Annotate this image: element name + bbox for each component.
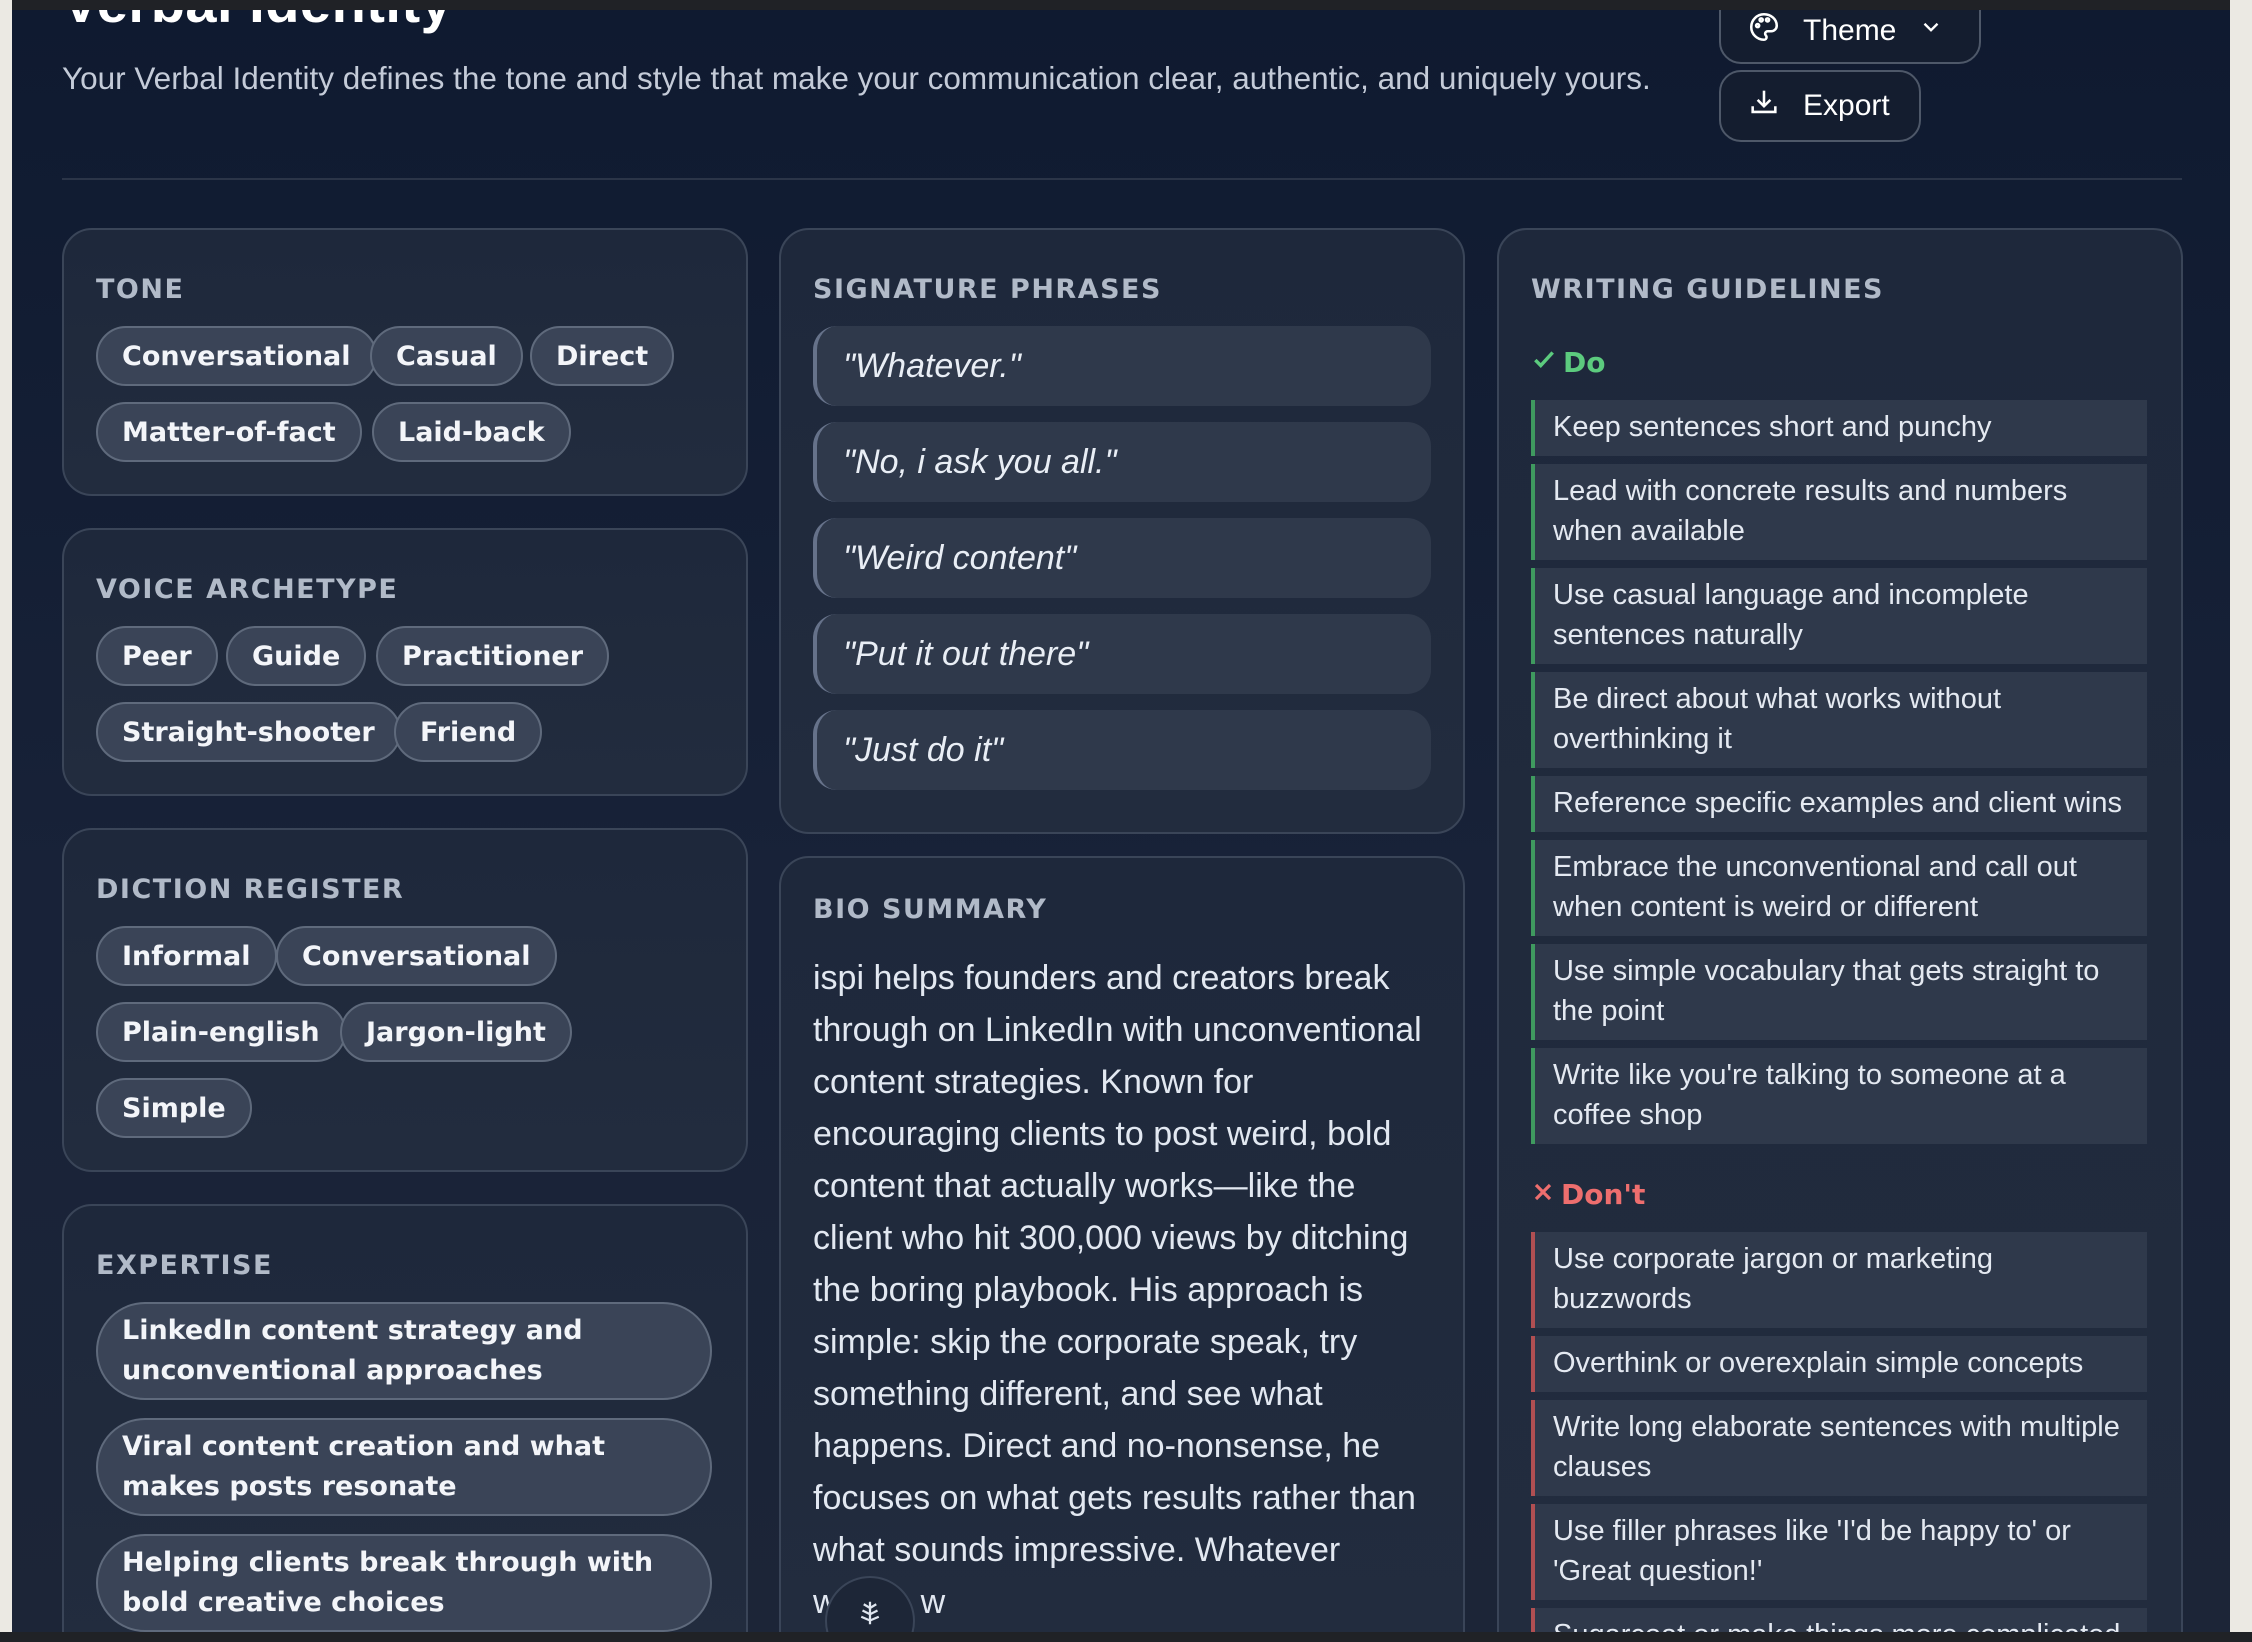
- tone-title: TONE: [96, 274, 185, 305]
- do-guideline: Be direct about what works without overt…: [1531, 672, 2147, 768]
- do-guideline: Use casual language and incomplete sente…: [1531, 568, 2147, 664]
- tone-tag: Direct: [530, 326, 675, 386]
- do-guideline: Reference specific examples and client w…: [1531, 776, 2147, 832]
- window-top-edge: [0, 0, 2252, 10]
- tone-tag: Laid-back: [372, 402, 571, 462]
- header-divider: [62, 178, 2182, 180]
- expertise-item: LinkedIn content strategy and unconventi…: [96, 1302, 712, 1400]
- signature-phrase: "Put it out there": [813, 614, 1431, 694]
- diction-register-tag: Jargon-light: [340, 1002, 572, 1062]
- voice-archetype-tag: Practitioner: [376, 626, 610, 686]
- window-bottom-edge: [0, 1632, 2252, 1642]
- dont-guideline: Overthink or overexplain simple concepts: [1531, 1336, 2147, 1392]
- expertise-item: Viral content creation and what makes po…: [96, 1418, 712, 1516]
- expertise-item: Helping clients break through with bold …: [96, 1534, 712, 1632]
- download-icon: [1747, 85, 1781, 127]
- tone-tag: Conversational: [96, 326, 377, 386]
- voice-archetype-card: VOICE ARCHETYPE Peer Guide Practitioner …: [62, 528, 748, 796]
- do-guideline: Write like you're talking to someone at …: [1531, 1048, 2147, 1144]
- verbal-identity-page: Verbal Identity Your Verbal Identity def…: [12, 10, 2230, 1632]
- window-left-edge: [0, 0, 12, 1642]
- diction-register-card: DICTION REGISTER Informal Conversational…: [62, 828, 748, 1172]
- voice-archetype-tag: Guide: [226, 626, 367, 686]
- palette-icon: [1747, 10, 1781, 52]
- voice-archetype-tag: Peer: [96, 626, 218, 686]
- dont-guideline: Use corporate jargon or marketing buzzwo…: [1531, 1232, 2147, 1328]
- dont-label: Don't: [1561, 1178, 1646, 1211]
- expertise-card: EXPERTISE LinkedIn content strategy and …: [62, 1204, 748, 1632]
- signature-phrases-card: SIGNATURE PHRASES "Whatever." "No, i ask…: [779, 228, 1465, 834]
- do-heading: Do: [1531, 346, 1605, 379]
- bio-summary-text: ispi helps founders and creators break t…: [813, 959, 1422, 1621]
- dont-guideline: Sugarcoat or make things more complicate…: [1531, 1608, 2147, 1632]
- signature-phrase: "Weird content": [813, 518, 1431, 598]
- tone-tag: Casual: [370, 326, 523, 386]
- diction-register-title: DICTION REGISTER: [96, 874, 405, 905]
- voice-archetype-tag: Straight-shooter: [96, 702, 401, 762]
- check-icon: [1531, 346, 1557, 379]
- export-button[interactable]: Export: [1719, 70, 1921, 142]
- diction-register-tag: Simple: [96, 1078, 252, 1138]
- signature-phrase: "Just do it": [813, 710, 1431, 790]
- diction-register-tag: Conversational: [276, 926, 557, 986]
- window-right-edge: [2230, 0, 2252, 1642]
- chevron-down-icon: [1918, 14, 1944, 48]
- bio-summary-title: BIO SUMMARY: [813, 894, 1048, 925]
- theme-button-label: Theme: [1803, 14, 1897, 47]
- dont-guideline: Use filler phrases like 'I'd be happy to…: [1531, 1504, 2147, 1600]
- x-icon: [1531, 1178, 1555, 1211]
- bio-summary-card: BIO SUMMARY ispi helps founders and crea…: [779, 856, 1465, 1632]
- tone-card: TONE Conversational Casual Direct Matter…: [62, 228, 748, 496]
- voice-archetype-tag: Friend: [394, 702, 543, 762]
- signature-phrase: "Whatever.": [813, 326, 1431, 406]
- do-label: Do: [1563, 346, 1606, 379]
- page-description: Your Verbal Identity defines the tone an…: [62, 60, 1651, 96]
- assistant-icon: [855, 1598, 885, 1632]
- do-guideline: Embrace the unconventional and call out …: [1531, 840, 2147, 936]
- writing-guidelines-title: WRITING GUIDELINES: [1531, 274, 1884, 305]
- do-guideline: Use simple vocabulary that gets straight…: [1531, 944, 2147, 1040]
- diction-register-tag: Informal: [96, 926, 277, 986]
- dont-guideline: Write long elaborate sentences with mult…: [1531, 1400, 2147, 1496]
- signature-phrase: "No, i ask you all.": [813, 422, 1431, 502]
- expertise-title: EXPERTISE: [96, 1250, 273, 1281]
- do-guideline: Lead with concrete results and numbers w…: [1531, 464, 2147, 560]
- page-title: Verbal Identity: [62, 10, 452, 35]
- export-button-label: Export: [1803, 89, 1890, 122]
- writing-guidelines-card: WRITING GUIDELINES Do Keep sentences sho…: [1497, 228, 2183, 1632]
- theme-dropdown-button[interactable]: Theme: [1719, 10, 1981, 64]
- signature-phrases-title: SIGNATURE PHRASES: [813, 274, 1162, 305]
- do-guideline: Keep sentences short and punchy: [1531, 400, 2147, 456]
- dont-heading: Don't: [1531, 1178, 1645, 1211]
- tone-tag: Matter-of-fact: [96, 402, 362, 462]
- diction-register-tag: Plain-english: [96, 1002, 346, 1062]
- voice-archetype-title: VOICE ARCHETYPE: [96, 574, 399, 605]
